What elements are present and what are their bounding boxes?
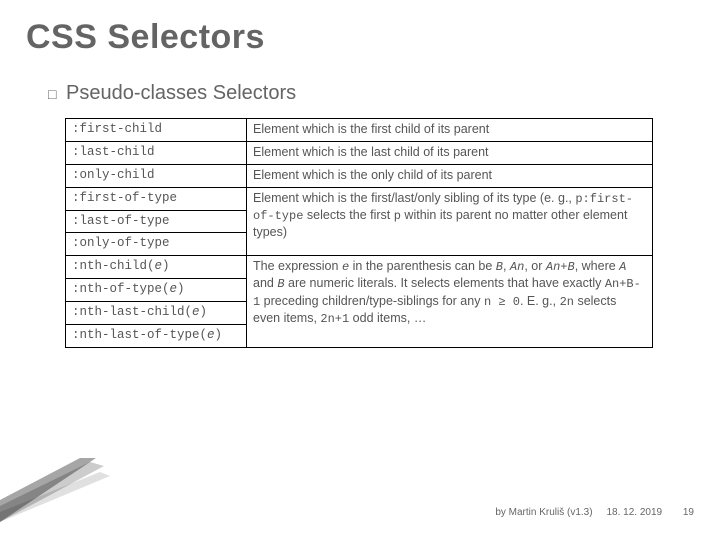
footer: by Martin Kruliš (v1.3) 18. 12. 2019 19 xyxy=(495,507,694,518)
section-heading: Pseudo-classes Selectors xyxy=(48,82,296,105)
table-row: :nth-child(e)The expression e in the par… xyxy=(66,256,653,279)
table-row: :only-childElement which is the only chi… xyxy=(66,164,653,187)
selector-cell: :first-child xyxy=(66,119,247,142)
description-cell: The expression e in the parenthesis can … xyxy=(247,256,653,348)
footer-date: 18. 12. 2019 xyxy=(606,507,662,518)
description-cell: Element which is the last child of its p… xyxy=(247,141,653,164)
slide-title: CSS Selectors xyxy=(26,18,265,57)
slide: CSS Selectors Pseudo-classes Selectors :… xyxy=(0,0,720,540)
page-number: 19 xyxy=(683,507,694,518)
selector-cell: :last-of-type xyxy=(66,210,247,233)
table-row: :first-childElement which is the first c… xyxy=(66,119,653,142)
selector-cell: :nth-of-type(e) xyxy=(66,279,247,302)
description-cell: Element which is the first/last/only sib… xyxy=(247,187,653,256)
selector-cell: :only-of-type xyxy=(66,233,247,256)
selector-cell: :nth-last-child(e) xyxy=(66,302,247,325)
description-cell: Element which is the only child of its p… xyxy=(247,164,653,187)
selector-cell: :only-child xyxy=(66,164,247,187)
description-cell: Element which is the first child of its … xyxy=(247,119,653,142)
selectors-table-body: :first-childElement which is the first c… xyxy=(66,119,653,348)
table-row: :last-childElement which is the last chi… xyxy=(66,141,653,164)
selectors-table: :first-childElement which is the first c… xyxy=(65,118,653,348)
selector-cell: :last-child xyxy=(66,141,247,164)
corner-decoration xyxy=(0,458,110,522)
footer-author: by Martin Kruliš (v1.3) xyxy=(495,507,592,518)
bullet-icon xyxy=(48,82,62,94)
section-heading-text: Pseudo-classes Selectors xyxy=(66,82,296,104)
selector-cell: :nth-child(e) xyxy=(66,256,247,279)
selector-cell: :nth-last-of-type(e) xyxy=(66,324,247,347)
table-row: :first-of-typeElement which is the first… xyxy=(66,187,653,210)
selector-cell: :first-of-type xyxy=(66,187,247,210)
